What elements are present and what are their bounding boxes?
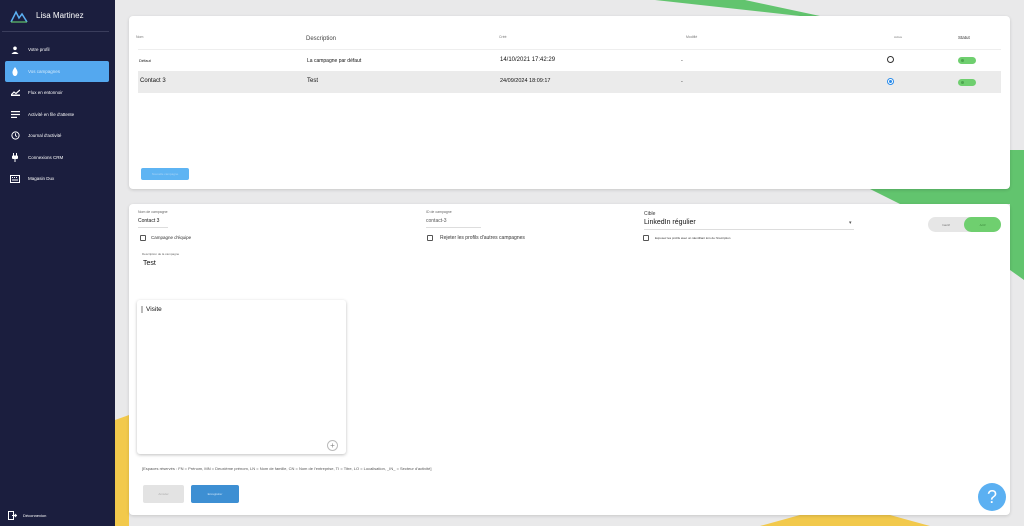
cell-modified: - xyxy=(681,79,683,85)
sidebar-item-journal[interactable]: Journal d'activité xyxy=(0,125,115,147)
campaign-name-input[interactable]: Contact 3 xyxy=(138,218,159,224)
add-step-button[interactable]: + xyxy=(327,440,338,451)
column-header-description: Description xyxy=(306,36,337,42)
team-campaign-label: Campagne d'équipe xyxy=(151,235,192,240)
history-icon xyxy=(10,131,20,141)
sidebar-item-funnel[interactable]: Flux en entonnoir xyxy=(0,82,115,104)
sidebar-item-crm[interactable]: Connexions CRM xyxy=(0,147,115,169)
cell-created: 24/09/2024 18:09:17 xyxy=(500,78,551,84)
new-campaign-label: Nouvelle campagne xyxy=(151,172,179,176)
step-marker xyxy=(141,306,143,313)
description-input[interactable]: Test xyxy=(143,260,156,267)
reject-profiles-checkbox[interactable] xyxy=(427,235,433,241)
cell-name: Contact 3 xyxy=(140,78,166,84)
active-toggle[interactable]: Inactif Actif xyxy=(928,217,1001,232)
help-button[interactable]: ? xyxy=(978,483,1006,511)
campaign-name-underline xyxy=(138,227,168,228)
plug-icon xyxy=(10,152,20,162)
sidebar-item-profile[interactable]: Votre profil xyxy=(0,39,115,61)
sidebar-item-label: Magasin Dux xyxy=(28,176,55,182)
logout-button[interactable]: Déconnexion xyxy=(8,511,46,520)
status-toggle[interactable] xyxy=(958,79,976,86)
logout-icon xyxy=(8,511,17,520)
cancel-button[interactable]: Annuler xyxy=(143,485,184,503)
active-radio[interactable] xyxy=(887,56,894,63)
team-campaign-checkbox[interactable] xyxy=(140,235,146,241)
skip-profiles-checkbox[interactable] xyxy=(643,235,649,241)
column-header-modified[interactable]: Modifié xyxy=(686,35,697,39)
column-header-status: Statut xyxy=(958,35,970,40)
campaign-icon xyxy=(10,66,20,76)
column-header-active: Active xyxy=(894,35,903,39)
sidebar-item-label: Votre profil xyxy=(28,47,50,53)
cell-description: La campagne par défaut xyxy=(307,58,362,64)
store-icon xyxy=(10,174,20,184)
person-icon xyxy=(10,45,20,55)
column-header-name[interactable]: Nom xyxy=(136,35,143,39)
campaign-id-input[interactable]: contact-3 xyxy=(426,218,447,224)
cell-description: Test xyxy=(307,78,319,84)
table-row[interactable]: Contact 3 Test 24/09/2024 18:09:17 - xyxy=(138,71,1001,93)
campaign-form-card: Nom de campagne Contact 3 ID de campagne… xyxy=(129,204,1010,515)
sidebar: Lisa Martinez Votre profil Vos campagnes… xyxy=(0,0,115,526)
toggle-active[interactable]: Actif xyxy=(964,217,1001,232)
sidebar-nav: Votre profil Vos campagnes Flux en enton… xyxy=(0,39,115,190)
save-button[interactable]: Enregistrer xyxy=(191,485,239,503)
cell-created: 14/10/2021 17:42:29 xyxy=(500,57,556,63)
column-header-created[interactable]: Créé xyxy=(499,35,507,39)
new-campaign-button[interactable]: Nouvelle campagne xyxy=(141,168,189,180)
table-row[interactable]: Défaut La campagne par défaut 14/10/2021… xyxy=(138,50,1001,72)
campaign-id-underline xyxy=(426,227,481,228)
cell-name: Défaut xyxy=(139,58,151,63)
message-editor[interactable]: Visite + xyxy=(137,300,346,454)
sidebar-item-queue[interactable]: Activité en file d'attente xyxy=(0,104,115,126)
brand-header: Lisa Martinez xyxy=(2,0,109,32)
campaigns-table-card: Nom Description Créé Modifié Active Stat… xyxy=(129,16,1010,189)
toggle-inactive[interactable]: Inactif xyxy=(928,217,964,232)
user-name: Lisa Martinez xyxy=(36,11,84,20)
step-title: Visite xyxy=(146,306,162,313)
campaign-id-label: ID de campagne xyxy=(426,210,452,214)
queue-icon xyxy=(10,109,20,119)
sidebar-item-store[interactable]: Magasin Dux xyxy=(0,168,115,190)
active-radio[interactable] xyxy=(887,78,894,85)
target-underline xyxy=(644,229,854,230)
cell-modified: - xyxy=(681,58,683,64)
target-select[interactable]: LinkedIn régulier xyxy=(644,219,696,226)
logout-label: Déconnexion xyxy=(23,513,47,518)
skip-profiles-label: Exposez les profils avec un identifiant … xyxy=(655,236,731,240)
description-label: Description de la campagne xyxy=(142,252,180,256)
sidebar-item-campaigns[interactable]: Vos campagnes xyxy=(5,60,109,82)
funnel-icon xyxy=(10,88,20,98)
status-toggle[interactable] xyxy=(958,57,976,64)
placeholder-hint: [Espaces réservés : FN = Prénom, MN = De… xyxy=(142,466,432,471)
sidebar-item-label: Vos campagnes xyxy=(28,68,61,74)
target-label: Cible xyxy=(644,211,656,217)
sidebar-item-label: Flux en entonnoir xyxy=(28,90,63,96)
sidebar-item-label: Journal d'activité xyxy=(28,133,62,139)
reject-profiles-label: Rejeter les profils d'autres campagnes xyxy=(440,235,525,241)
chevron-down-icon[interactable]: ▾ xyxy=(849,220,852,226)
sidebar-item-label: Connexions CRM xyxy=(28,154,64,160)
campaign-name-label: Nom de campagne xyxy=(138,210,168,214)
sidebar-item-label: Activité en file d'attente xyxy=(28,111,75,117)
logo-icon xyxy=(10,9,28,23)
